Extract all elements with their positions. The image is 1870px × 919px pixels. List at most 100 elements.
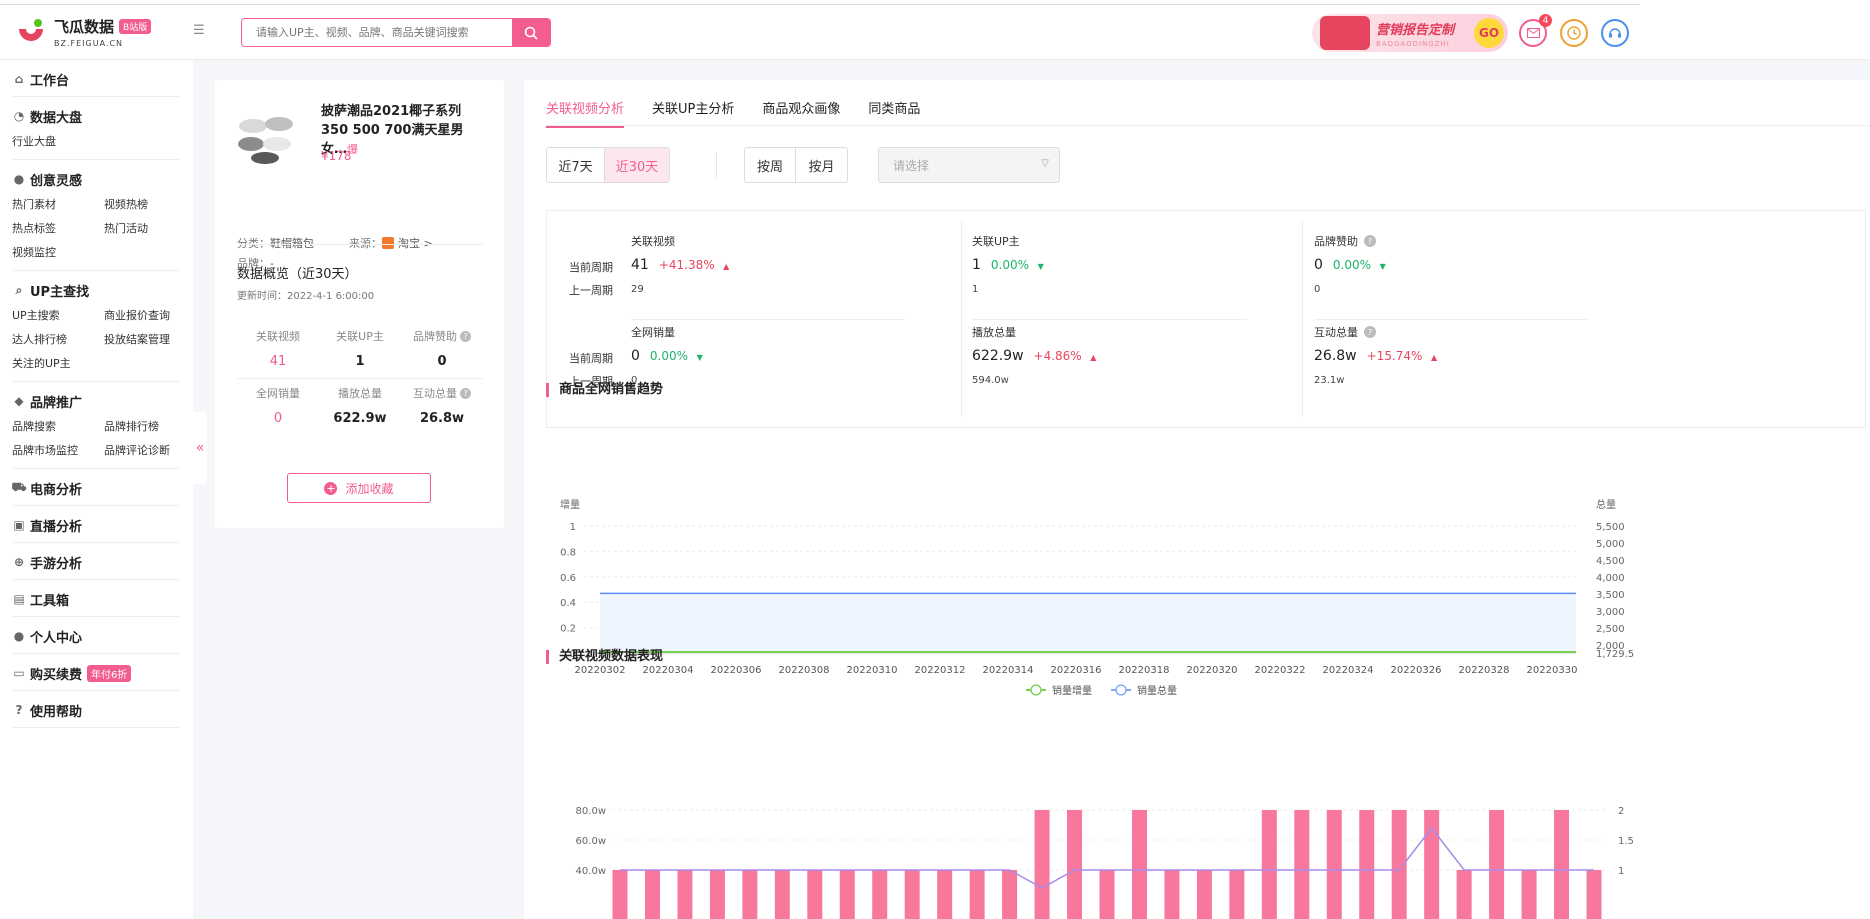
granularity-option[interactable]: 按周 (745, 148, 797, 182)
bar (1521, 870, 1537, 919)
stat-current-value: 1 (972, 257, 981, 273)
sidebar-subitem[interactable]: 商业报价查询 (104, 307, 196, 323)
overview-metric-label: 品牌赞助? (401, 328, 483, 344)
sidebar-item[interactable]: ◔ 数据大盘 (12, 105, 180, 127)
sidebar-item[interactable]: ? 使用帮助 (12, 699, 180, 721)
sidebar-item-label: 数据大盘 (30, 110, 83, 126)
sidebar-group: ▭ 购买续费 年付6折 (12, 654, 180, 691)
tab-1[interactable]: 关联UP主分析 (652, 98, 734, 128)
sidebar-group: ⌕ UP主查找 UP主搜索 商业报价查询 达人排行榜 投放结案管理 关注的UP主 (12, 271, 180, 382)
logo[interactable]: 飞瓜数据 B站版 BZ.FEIGUA.CN (16, 16, 152, 48)
bar (1489, 810, 1505, 919)
x-tick: 20220316 (1051, 665, 1102, 676)
sidebar-item[interactable]: ▭ 购买续费 年付6折 (12, 662, 180, 684)
stat-current-value: 0 (631, 348, 640, 364)
sidebar-subitem[interactable]: 行业大盘 (12, 133, 104, 149)
overview-metric-label: 互动总量? (401, 385, 483, 401)
product-category: 分类：鞋帽箱包 (237, 237, 314, 250)
bar (969, 870, 985, 919)
legend-marker (1030, 684, 1042, 696)
help-icon[interactable]: ? (1364, 326, 1376, 338)
stat-current-value: 0 (1314, 257, 1323, 273)
sidebar-subitem[interactable]: 品牌市场监控 (12, 442, 104, 458)
stat-name: 互动总量? (1314, 324, 1644, 340)
product-source[interactable]: 来源： 淘宝 > (349, 235, 433, 251)
period-select[interactable]: 请选择 ▽ (878, 147, 1060, 183)
sidebar-item[interactable]: ⊕ 手游分析 (12, 551, 180, 573)
clock-icon (1567, 26, 1581, 40)
tab-2[interactable]: 商品观众画像 (762, 98, 840, 128)
sidebar-item[interactable]: ◆ 品牌推广 (12, 390, 180, 412)
tab-3[interactable]: 同类商品 (868, 98, 920, 128)
card-icon: ▭ (13, 666, 25, 680)
sidebar-subitem[interactable]: 热门素材 (12, 196, 104, 212)
granularity-option[interactable]: 按月 (796, 148, 847, 182)
main-panel: 关联视频分析 关联UP主分析 商品观众画像 同类商品 近7天 近30天 按周 按月 请选择… (524, 80, 1870, 919)
sidebar-item[interactable]: ▣ 直播分析 (12, 514, 180, 536)
sidebar-subitem[interactable]: 投放结案管理 (104, 331, 196, 347)
sidebar-subitem[interactable]: 达人排行榜 (12, 331, 104, 347)
sidebar-subitem[interactable]: 热点标签 (12, 220, 104, 236)
help-icon[interactable]: ? (1364, 235, 1376, 247)
stat-delta: +41.38% ▲ (658, 258, 730, 272)
sidebar-item-label: UP主查找 (30, 284, 90, 300)
sidebar-subitem[interactable]: UP主搜索 (12, 307, 104, 323)
help-icon[interactable]: ? (460, 387, 471, 399)
toolbox-icon: ▤ (13, 592, 25, 606)
plus-icon: + (324, 481, 338, 495)
sidebar-subitem[interactable]: 视频监控 (12, 244, 104, 260)
y-tick-left: 80.0w (576, 806, 606, 817)
sidebar-item[interactable]: ▤ 工具箱 (12, 588, 180, 610)
help-icon[interactable]: ? (460, 330, 471, 342)
y-axis-label-left: 增量 (560, 498, 580, 511)
stat-current: 0 0.00% ▼ (1314, 257, 1644, 273)
sidebar-item[interactable]: ⛟ 电商分析 (11, 477, 180, 499)
x-tick: 20220320 (1187, 665, 1238, 676)
sales-trend-title: 商品全网销售趋势 (546, 383, 663, 397)
sidebar-subitem[interactable]: 热门活动 (104, 220, 196, 236)
diamond-icon: ◆ (14, 394, 24, 408)
range-option[interactable]: 近7天 (547, 148, 605, 182)
report-banner[interactable]: 营销报告定制 BAOGAODINGZHI GO (1312, 14, 1508, 52)
sidebar-item[interactable]: ● 个人中心 (12, 625, 180, 647)
sidebar-collapse-icon[interactable]: « (193, 412, 207, 484)
overview-metric: 互动总量? 26.8w (401, 385, 483, 426)
sidebar-item[interactable]: ● 创意灵感 (12, 168, 180, 190)
stat-row-divider (631, 319, 905, 320)
sidebar-subitem[interactable]: 视频热榜 (104, 196, 196, 212)
search-input[interactable] (242, 19, 512, 46)
stat-metric: 互动总量? 26.8w +15.74% ▲ 23.1w (1314, 324, 1644, 386)
x-tick: 20220322 (1255, 665, 1306, 676)
add-favorite-button[interactable]: + 添加收藏 (287, 473, 431, 503)
bulb-icon: ● (13, 172, 25, 186)
bar (1391, 810, 1407, 919)
stat-row-divider (972, 319, 1247, 320)
sidebar-subitem[interactable]: 品牌搜索 (12, 418, 104, 434)
product-image[interactable] (235, 104, 299, 168)
tab-0[interactable]: 关联视频分析 (546, 98, 625, 128)
sidebar-subitem[interactable]: 关注的UP主 (12, 355, 104, 371)
y-tick-right: 3,000 (1596, 607, 1625, 618)
banner-go-button[interactable]: GO (1474, 18, 1504, 48)
video-performance-title: 关联视频数据表现 (546, 650, 663, 664)
sidebar-subitem[interactable]: 品牌评论诊断 (104, 442, 196, 458)
history-button[interactable] (1560, 19, 1588, 47)
stat-metric: 播放总量 622.9w +4.86% ▲ 594.0w (972, 324, 1302, 386)
y-tick-left: 0.2 (560, 624, 576, 635)
bar (937, 870, 953, 919)
stat-name: 品牌赞助? (1314, 233, 1644, 249)
tab-bar: 关联视频分析 关联UP主分析 商品观众画像 同类商品 (546, 98, 920, 128)
range-option[interactable]: 近30天 (605, 148, 669, 182)
y-tick-right: 4,000 (1596, 573, 1625, 584)
stat-previous-value: 0 (1314, 284, 1321, 295)
search-button[interactable] (512, 19, 550, 46)
customer-service-button[interactable] (1601, 19, 1629, 47)
sidebar-item[interactable]: ⌕ UP主查找 (12, 279, 180, 301)
gift-icon (1320, 16, 1370, 50)
chevron-down-icon: ▽ (1041, 158, 1049, 169)
sidebar-subitem[interactable]: 品牌排行榜 (104, 418, 196, 434)
menu-collapse-icon[interactable]: ☰ (193, 23, 209, 38)
sidebar-item[interactable]: ⌂ 工作台 (12, 68, 180, 90)
bar (807, 870, 823, 919)
sidebar-group: ● 创意灵感 热门素材 视频热榜 热点标签 热门活动 视频监控 (12, 160, 180, 271)
